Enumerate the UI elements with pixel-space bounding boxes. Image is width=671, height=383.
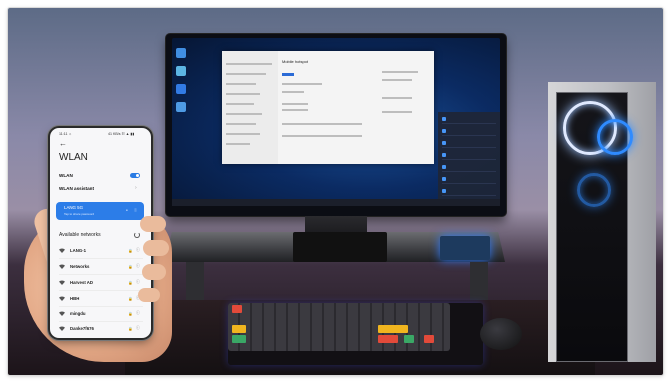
settings-line (282, 135, 362, 137)
rgb-fan (577, 173, 611, 207)
wireless-charger (440, 236, 490, 260)
settings-line (382, 111, 412, 113)
wlan-assistant-item[interactable]: WLAN assistant (59, 186, 94, 191)
settings-line (282, 91, 304, 93)
sidebar-line (226, 143, 250, 145)
network-item[interactable]: HBH (70, 296, 79, 301)
finger (140, 216, 166, 232)
status-indicators: 41 KB/s ☷ ▲ ▮▮ (108, 132, 135, 136)
wifi-icon (59, 248, 65, 253)
page-title: WLAN (59, 152, 88, 163)
action-tile (442, 116, 496, 124)
desktop-icon (176, 102, 186, 112)
settings-line (382, 97, 412, 99)
network-item[interactable]: Networks (70, 264, 89, 269)
keycap (424, 335, 434, 343)
action-tile (442, 176, 496, 184)
scanning-spinner-icon (134, 232, 140, 238)
wifi-icon (59, 280, 65, 285)
pc-glass-panel (556, 92, 633, 362)
shelf-leg (186, 262, 204, 302)
speaker-bar (293, 232, 387, 262)
settings-window: Mobile hotspot (222, 51, 434, 164)
lock-icon: 🔒 (128, 265, 133, 269)
settings-line (282, 123, 362, 125)
settings-line (382, 71, 418, 73)
info-icon[interactable]: ⓘ (136, 311, 140, 316)
lock-icon: ● (126, 208, 128, 212)
desktop-icon (176, 84, 186, 94)
network-item[interactable]: mingdu (70, 311, 86, 316)
divider (59, 321, 143, 322)
sidebar-line (226, 73, 266, 75)
info-icon[interactable]: ⓘ (136, 248, 140, 253)
finger (142, 264, 166, 280)
info-icon[interactable]: ⓘ (136, 326, 140, 331)
hotspot-toggle (282, 73, 294, 76)
action-tile (442, 152, 496, 160)
chevron-right-icon: › (135, 185, 137, 191)
lock-icon: 🔒 (128, 327, 133, 331)
desktop-icon (176, 48, 186, 58)
sidebar-line (226, 93, 260, 95)
settings-line (282, 103, 308, 105)
finger (143, 240, 169, 256)
lock-icon: 🔒 (128, 312, 133, 316)
settings-line (282, 83, 322, 85)
network-item[interactable]: LANG-1 (70, 248, 86, 253)
settings-sidebar (222, 51, 278, 164)
keycap (378, 335, 398, 343)
keyboard (228, 303, 450, 351)
keycap (232, 325, 246, 333)
divider (59, 306, 143, 307)
wlan-label: WLAN (59, 173, 73, 178)
connected-network-name: LANG 5G (64, 205, 84, 210)
lock-icon: 🔒 (128, 297, 133, 301)
window-heading: Mobile hotspot (282, 59, 309, 64)
sidebar-line (226, 63, 272, 65)
network-item[interactable]: Danke7f676 (70, 326, 94, 331)
info-icon[interactable]: ⓘ (136, 264, 140, 269)
shelf-leg (470, 262, 488, 302)
wlan-toggle[interactable] (130, 173, 140, 178)
wifi-icon (59, 326, 65, 331)
info-icon[interactable]: ⓘ (136, 280, 140, 285)
desktop-icon (176, 66, 186, 76)
sidebar-line (226, 103, 254, 105)
info-icon: ⓘ (134, 208, 138, 212)
sidebar-line (226, 123, 256, 125)
action-tile (442, 140, 496, 148)
action-tile (442, 164, 496, 172)
wifi-icon (59, 264, 65, 269)
rgb-fan (597, 119, 633, 155)
action-tile (442, 188, 496, 196)
back-arrow-icon[interactable]: ← (59, 140, 67, 148)
keycap (232, 335, 246, 343)
keycap (378, 325, 408, 333)
phone: 11:11 ☼ 41 KB/s ☷ ▲ ▮▮ ← WLAN WLAN WLAN … (50, 128, 151, 338)
wifi-icon (59, 296, 65, 301)
windows-taskbar (172, 199, 500, 206)
network-item[interactable]: Harvest AD (70, 280, 93, 285)
keycap (232, 305, 242, 313)
settings-line (282, 109, 308, 111)
action-center-panel (438, 112, 500, 200)
sidebar-line (226, 113, 262, 115)
available-networks-heading: Available networks (59, 232, 101, 238)
action-tile (442, 128, 496, 136)
connected-network-subtitle: Tap to share password (64, 212, 95, 216)
divider (59, 290, 143, 291)
finger (138, 288, 160, 302)
settings-line (382, 79, 412, 81)
lock-icon: 🔒 (128, 249, 133, 253)
lock-icon: 🔒 (128, 281, 133, 285)
status-time: 11:11 ☼ (59, 132, 72, 136)
sidebar-line (226, 133, 260, 135)
divider (59, 258, 143, 259)
mouse (480, 318, 522, 350)
sidebar-line (226, 83, 256, 85)
divider (59, 274, 143, 275)
wifi-icon (59, 311, 65, 316)
keycap (404, 335, 414, 343)
